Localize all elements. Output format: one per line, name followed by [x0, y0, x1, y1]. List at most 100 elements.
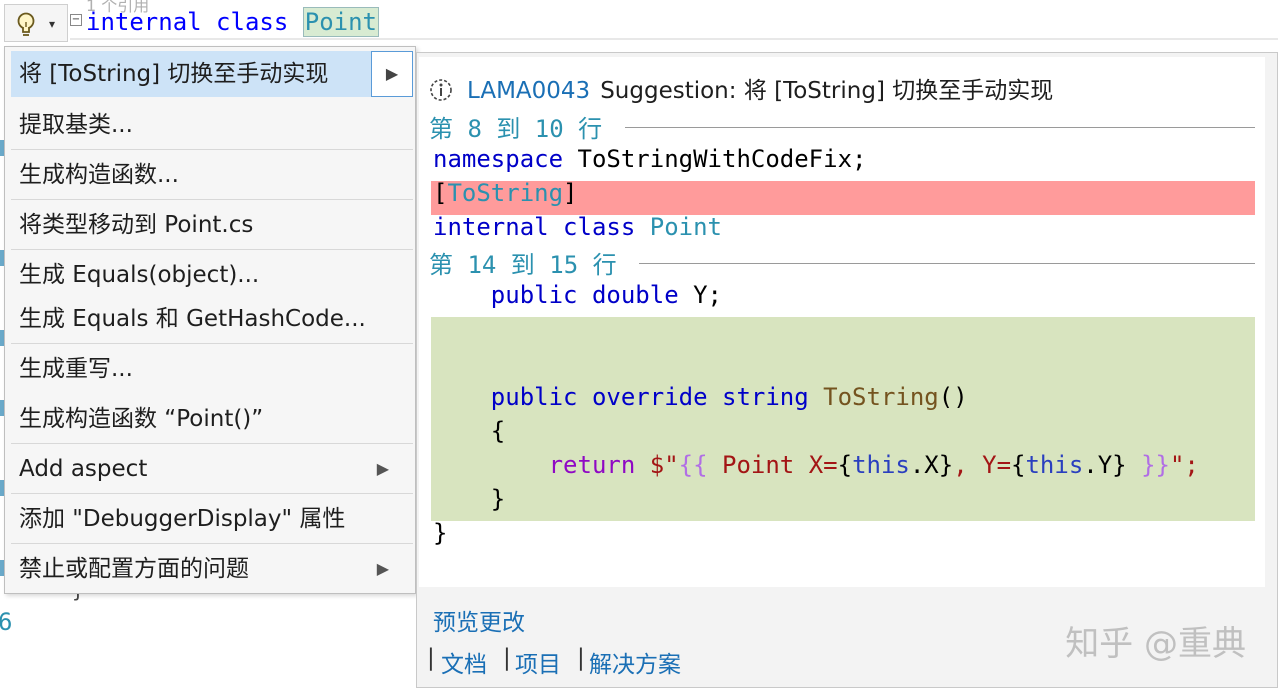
menu-item-label: 提取基类... — [19, 112, 133, 138]
keyword-return: return — [548, 451, 636, 479]
info-icon — [430, 79, 452, 101]
class-name: Point — [649, 213, 722, 241]
attr-close-bracket: ] — [563, 179, 578, 207]
code-line-namespace: namespace ToStringWithCodeFix; — [433, 145, 866, 173]
keyword-class: class — [216, 8, 289, 36]
preview-panel: LAMA0043 Suggestion: 将 [ToString] 切换至手动实现… — [416, 52, 1278, 688]
menu-item-label: 生成构造函数 “Point()” — [19, 406, 264, 432]
attribute-name: ToString — [447, 179, 564, 207]
range-divider — [625, 127, 1255, 128]
keyword-this: this — [852, 451, 910, 479]
menu-item-label: 生成 Equals 和 GetHashCode... — [19, 306, 366, 332]
menu-item-add-debuggerdisplay[interactable]: 添加 "DebuggerDisplay" 属性 — [11, 495, 413, 543]
menu-item-switch-tostring-manual[interactable]: 将 [ToString] 切换至手动实现 — [11, 51, 371, 97]
escaped-brace-close: }} — [1141, 451, 1170, 479]
scope-document-link[interactable]: 文档 — [441, 645, 487, 679]
interp-open: { — [837, 451, 853, 479]
link-separator: | — [577, 645, 585, 671]
keyword-public: public — [490, 383, 578, 411]
watermark: 知乎 @重典 — [1065, 624, 1246, 664]
interp-open: { — [1011, 451, 1026, 479]
preview-changes-link[interactable]: 预览更改 — [433, 603, 525, 637]
menu-item-generate-constructor-point[interactable]: 生成构造函数 “Point()” — [11, 395, 413, 443]
keyword-class: class — [563, 213, 636, 241]
menu-separator — [11, 343, 413, 344]
menu-separator — [11, 249, 413, 250]
string-text: , Y= — [953, 451, 1012, 479]
chevron-down-icon[interactable]: ▾ — [49, 17, 55, 31]
chevron-right-icon: ▶ — [376, 559, 389, 578]
keyword-double: double — [591, 281, 679, 309]
menu-separator — [11, 493, 413, 494]
string-start: $" — [635, 451, 679, 479]
scope-solution-link[interactable]: 解决方案 — [589, 645, 681, 679]
collapse-icon[interactable]: − — [70, 14, 82, 26]
member-x: .X — [909, 451, 939, 479]
quick-actions-button[interactable]: ▾ — [4, 4, 68, 42]
interp-close: } — [938, 451, 954, 479]
range-divider — [639, 263, 1255, 264]
code-line-close-brace: } — [433, 485, 505, 513]
close-brace: } — [433, 519, 448, 547]
menu-separator — [11, 443, 413, 444]
escaped-brace-open: {{ — [678, 451, 708, 479]
menu-item-generate-equals[interactable]: 生成 Equals(object)... — [11, 251, 413, 299]
editor-current-line-border — [70, 38, 1278, 40]
property-name: Y; — [678, 281, 723, 309]
code-line-open-brace: { — [433, 417, 505, 445]
menu-item-label: 生成重写... — [19, 356, 133, 382]
menu-item-label: 将 [ToString] 切换至手动实现 — [19, 61, 329, 87]
line-range-label: 第 8 到 10 行 — [429, 115, 603, 143]
menu-item-label: Add aspect — [19, 456, 148, 482]
keyword-namespace: namespace — [433, 145, 564, 173]
keyword-this: this — [1025, 451, 1084, 479]
menu-item-move-type-to-file[interactable]: 将类型移动到 Point.cs — [11, 201, 413, 249]
chevron-right-icon: ▶ — [376, 459, 389, 478]
attr-open-bracket: [ — [433, 179, 448, 207]
code-line-close-brace-outer: } — [433, 519, 447, 547]
quick-actions-menu: 将 [ToString] 切换至手动实现 ▶ 提取基类... 生成构造函数...… — [4, 46, 416, 594]
chevron-right-icon: ▶ — [385, 64, 399, 83]
menu-item-extract-base-class[interactable]: 提取基类... — [11, 101, 413, 149]
open-brace: { — [490, 417, 506, 445]
method-name: ToString — [823, 383, 939, 411]
menu-item-generate-equals-gethashcode[interactable]: 生成 Equals 和 GetHashCode... — [11, 295, 413, 343]
link-separator: | — [503, 645, 511, 671]
interp-close: } — [1112, 451, 1127, 479]
code-line-attribute: [ToString] — [433, 179, 578, 207]
code-line-class: internal class Point — [433, 213, 722, 241]
menu-item-label: 禁止或配置方面的问题 — [19, 556, 249, 582]
keyword-public: public — [490, 281, 578, 309]
line-range-label: 第 14 到 15 行 — [429, 251, 617, 279]
menu-separator — [11, 149, 413, 150]
added-lines-highlight — [431, 317, 1255, 521]
scope-project-link[interactable]: 项目 — [515, 645, 561, 679]
menu-item-generate-overrides[interactable]: 生成重写... — [11, 345, 413, 393]
line-number: 6 — [0, 608, 13, 636]
keyword-internal: internal — [86, 8, 202, 36]
menu-separator — [11, 543, 413, 544]
preview-content: LAMA0043 Suggestion: 将 [ToString] 切换至手动实现… — [419, 57, 1265, 587]
keyword-internal: internal — [433, 213, 549, 241]
method-parens: () — [938, 383, 968, 411]
keyword-string: string — [722, 383, 809, 411]
menu-item-generate-constructor[interactable]: 生成构造函数... — [11, 151, 413, 199]
preview-header: LAMA0043 Suggestion: 将 [ToString] 切换至手动实现 — [429, 71, 1053, 105]
diagnostic-id-link[interactable]: LAMA0043 — [467, 78, 590, 104]
string-space — [1127, 451, 1141, 479]
menu-item-label: 生成构造函数... — [19, 162, 179, 188]
close-brace: } — [490, 485, 506, 513]
editor-code-line[interactable]: internal class Point — [86, 7, 379, 37]
menu-item-suppress-configure[interactable]: 禁止或配置方面的问题 ▶ — [11, 545, 413, 593]
menu-item-label: 生成 Equals(object)... — [19, 262, 260, 288]
link-separator: | — [427, 645, 435, 671]
preview-title: Suggestion: 将 [ToString] 切换至手动实现 — [600, 78, 1054, 104]
submenu-expand-button[interactable]: ▶ — [371, 51, 413, 97]
menu-item-label: 将类型移动到 Point.cs — [19, 212, 254, 238]
type-name-point: Point — [302, 7, 379, 37]
string-end: "; — [1169, 451, 1199, 479]
menu-item-add-aspect[interactable]: Add aspect ▶ — [11, 445, 413, 493]
keyword-override: override — [591, 383, 708, 411]
code-line-method: public override string ToString() — [433, 383, 968, 411]
menu-separator — [11, 199, 413, 200]
